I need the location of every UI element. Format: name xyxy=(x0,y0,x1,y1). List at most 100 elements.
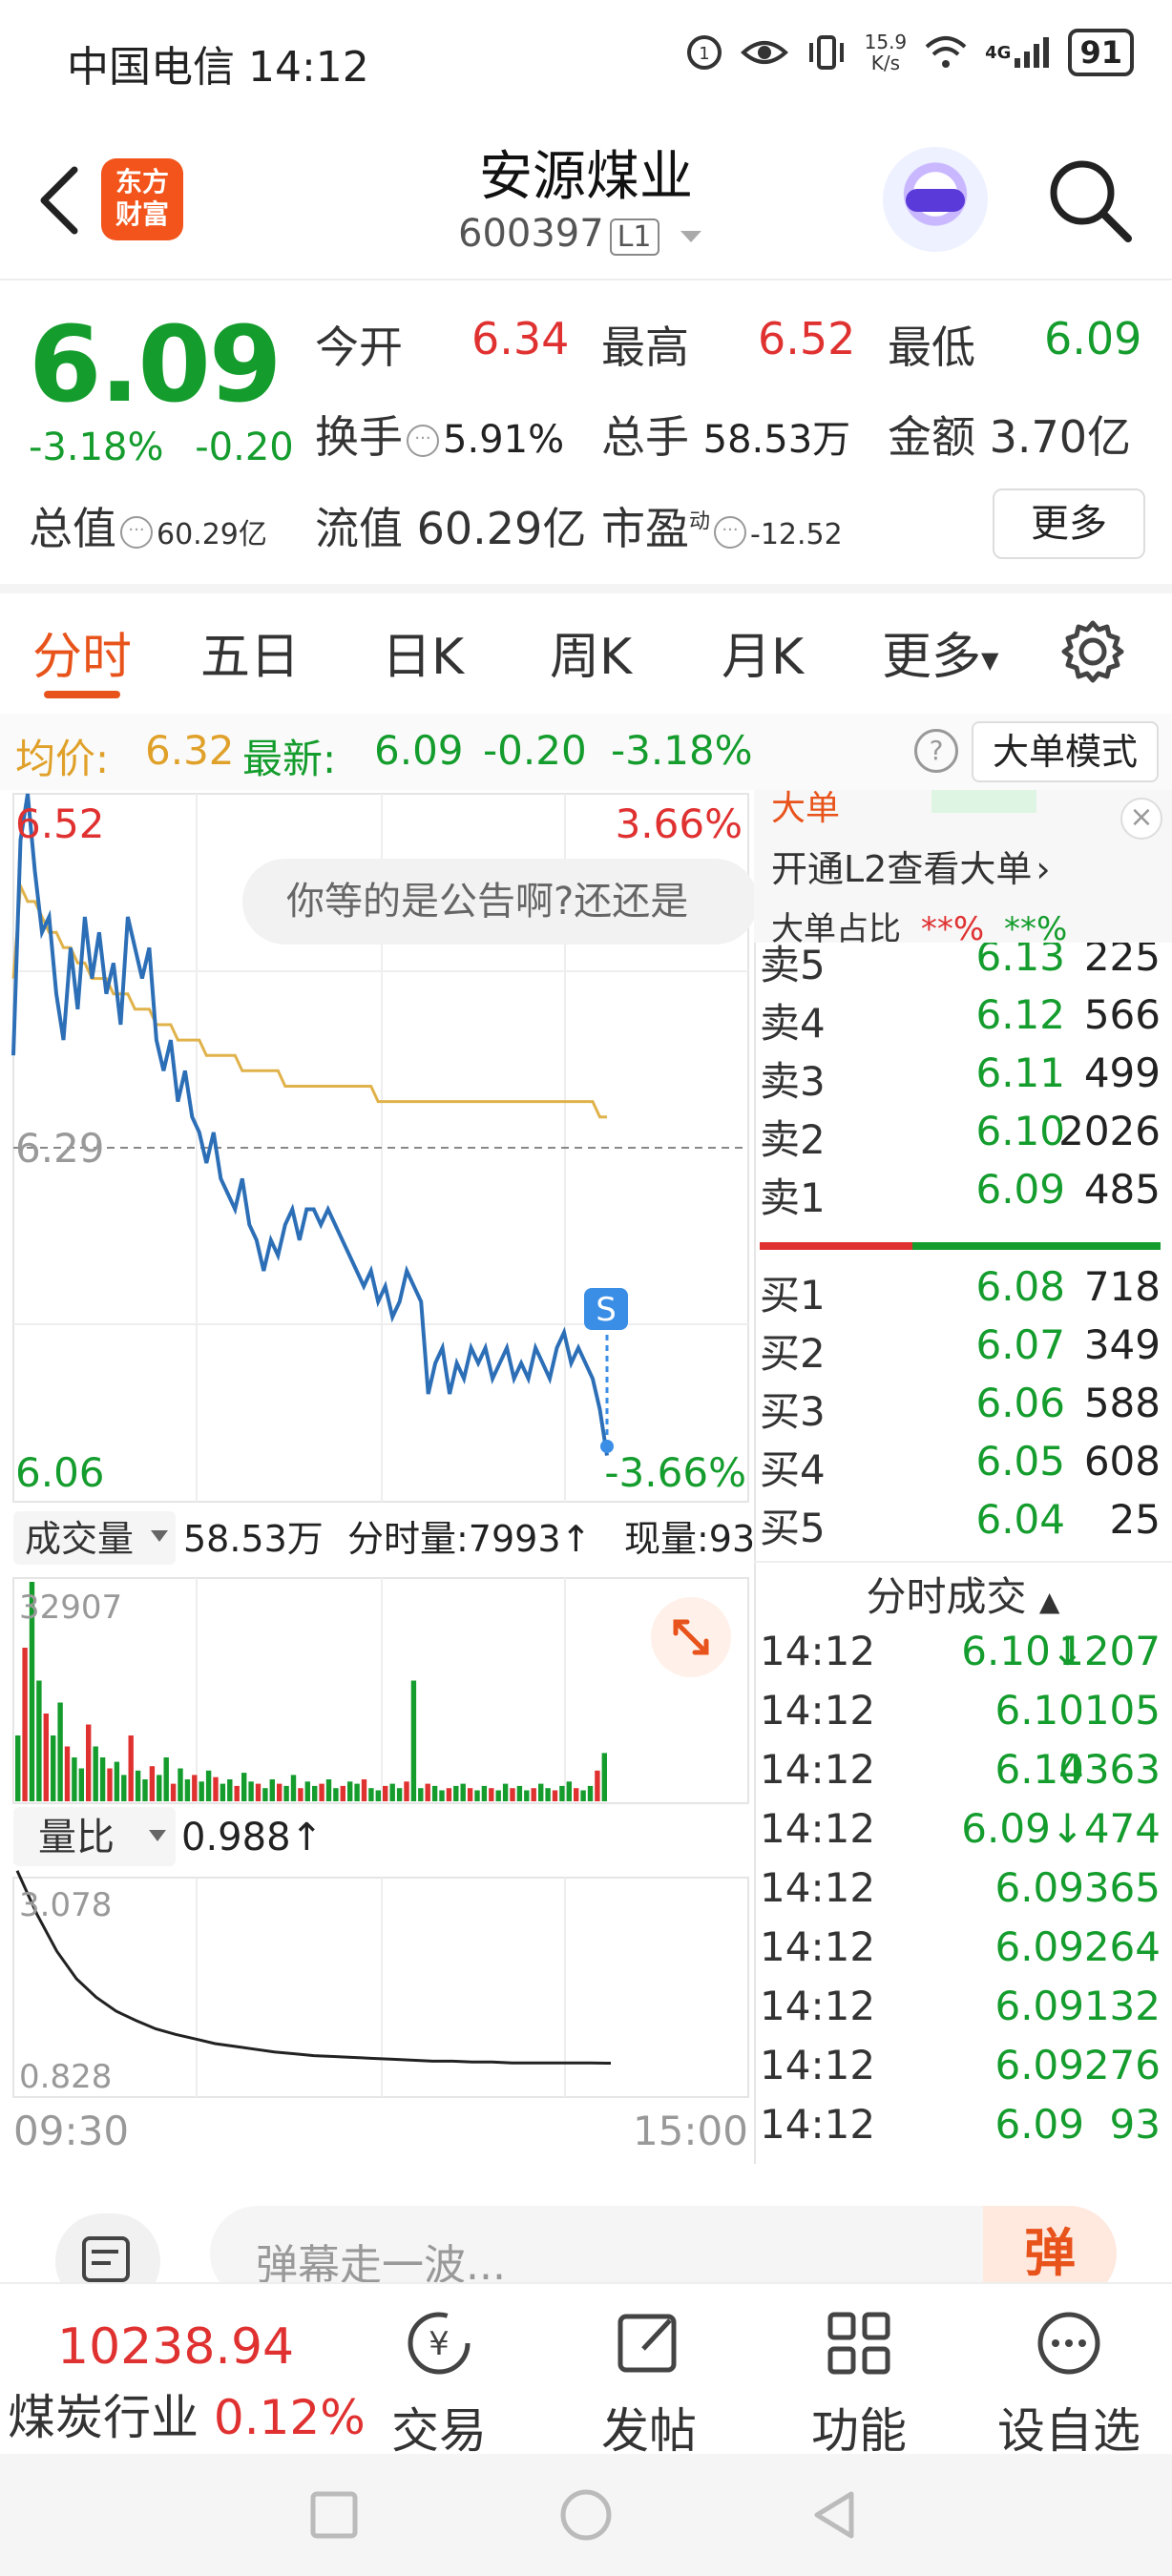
float-label: 流值 xyxy=(315,503,403,554)
latest-percent: -3.18% xyxy=(611,727,753,774)
volume-bar xyxy=(277,1783,283,1801)
ask-row[interactable]: 卖4 6.12 566 xyxy=(760,991,1161,1049)
pe-label: 市盈 xyxy=(601,503,689,554)
ask-row[interactable]: 卖1 6.09 485 xyxy=(760,1166,1161,1223)
announcement-bubble[interactable]: 你等的是公告啊?还还是 xyxy=(242,859,758,945)
ask-row[interactable]: 卖3 6.11 499 xyxy=(760,1049,1161,1107)
volume-bar xyxy=(22,1648,28,1801)
bid-row[interactable]: 买2 6.07 349 xyxy=(760,1321,1161,1379)
tab-daily-k[interactable]: 日K xyxy=(382,616,464,688)
volume-bar xyxy=(36,1680,42,1801)
volume-bar xyxy=(170,1783,177,1801)
banner-close-icon[interactable]: × xyxy=(1120,798,1162,840)
volume-value: 58.53万 xyxy=(702,418,851,462)
volume-bar xyxy=(213,1776,219,1801)
post-button[interactable]: 发帖 xyxy=(573,2305,725,2462)
volume-bar xyxy=(319,1783,324,1801)
volume-bar xyxy=(354,1783,360,1801)
back-icon[interactable] xyxy=(809,2488,863,2542)
function-label: 功能 xyxy=(811,2403,907,2459)
settings-gear-icon[interactable] xyxy=(1059,618,1126,685)
trade-yuan-icon: ¥ xyxy=(408,2312,471,2375)
ticks-header[interactable]: 分时成交 ▲ xyxy=(754,1565,1172,1623)
volume-label: 成交量 xyxy=(25,1518,134,1560)
volume-bar xyxy=(545,1788,551,1801)
stock-name: 安源煤业 xyxy=(479,146,693,208)
pct-max-label: 3.66% xyxy=(616,800,743,847)
more-dots-icon xyxy=(1037,2312,1100,2375)
current-volume: 现量:93 xyxy=(624,1518,754,1560)
volume-bar xyxy=(205,1770,212,1801)
bid-row-volume: 588 xyxy=(1083,1380,1161,1426)
volume-bar xyxy=(524,1790,530,1801)
volume-bar xyxy=(241,1773,247,1801)
svg-text:1: 1 xyxy=(699,44,709,64)
comment-bar: 弹幕走一波... 弹 xyxy=(0,2175,1172,2309)
wifi-icon xyxy=(925,36,967,68)
assistant-robot-icon[interactable] xyxy=(883,147,988,252)
home-icon[interactable] xyxy=(557,2486,615,2544)
tab-five-day[interactable]: 五日 xyxy=(200,616,300,688)
volume-bar xyxy=(340,1785,345,1801)
pe-value: -12.52 xyxy=(750,518,843,551)
stock-code-selector[interactable]: 600397 L1 xyxy=(458,212,705,256)
volume-bar xyxy=(453,1785,459,1801)
orderbook-divider xyxy=(754,790,756,2164)
add-watchlist-button[interactable]: 设自选 xyxy=(993,2305,1145,2462)
tick-row: 14:12 6.09 276 xyxy=(760,2042,1161,2101)
volume-bar xyxy=(531,1788,536,1801)
turnover-info-icon[interactable]: ··· xyxy=(407,424,439,457)
tab-more[interactable]: 更多▼ xyxy=(882,616,998,688)
more-button[interactable]: 更多 xyxy=(993,488,1145,559)
battery-indicator: 91 xyxy=(1068,29,1134,76)
pe-superscript: 动 xyxy=(689,509,711,534)
ask-row-label: 卖3 xyxy=(760,1058,826,1105)
volume-bar xyxy=(460,1783,466,1801)
open-l2-link[interactable]: 开通L2查看大单 › xyxy=(771,840,1051,892)
status-bar: 中国电信 14:12 1 15.9 K/s 4G 91 xyxy=(0,0,1172,114)
tick-price: 6.09 xyxy=(994,2101,1084,2148)
volume-bar xyxy=(587,1785,594,1801)
industry-index-value[interactable]: 10238.94 xyxy=(57,2318,294,2376)
tab-monthly-k[interactable]: 月K xyxy=(722,616,804,688)
bid-row-price: 6.08 xyxy=(975,1263,1065,1310)
bid-row[interactable]: 买4 6.05 608 xyxy=(760,1438,1161,1495)
big-order-mini-bar xyxy=(931,790,1036,813)
ask-row-volume: 566 xyxy=(1083,991,1161,1038)
bid-row[interactable]: 买3 6.06 588 xyxy=(760,1380,1161,1437)
vol-ratio-max-label: 3.078 xyxy=(19,1886,112,1924)
mktcap-field: 总值 ··· 60.29亿 xyxy=(29,494,267,557)
ticks-title: 分时成交 xyxy=(866,1573,1027,1620)
help-icon[interactable]: ? xyxy=(914,729,958,773)
quote-panel: 6.09 -3.18% -0.20 今开 6.34 最高 6.52 最低 6.0… xyxy=(0,286,1172,582)
industry-index[interactable]: 煤炭行业 0.12% xyxy=(8,2379,366,2448)
big-order-mode-button[interactable]: 大单模式 xyxy=(972,721,1159,782)
tab-intraday[interactable]: 分时 xyxy=(32,616,132,688)
bid-row[interactable]: 买5 6.04 25 xyxy=(760,1496,1161,1553)
trade-button[interactable]: ¥ 交易 xyxy=(363,2305,515,2462)
watchlist-label: 设自选 xyxy=(997,2403,1141,2459)
big-order-title: 大单 xyxy=(771,789,841,828)
big-ratio-label: 大单占比 xyxy=(771,910,901,948)
edit-icon xyxy=(617,2314,677,2373)
tick-price: 6.09↓ xyxy=(961,1805,1084,1852)
ask-row-volume: 499 xyxy=(1083,1049,1161,1096)
intraday-chart[interactable]: S 6.52 3.66% 6.29 6.06 -3.66% 成交量 58.53万… xyxy=(0,790,754,2164)
pe-info-icon[interactable]: ··· xyxy=(714,515,747,549)
ask-row-volume: 2026 xyxy=(1058,1108,1161,1154)
volume-bar xyxy=(269,1779,275,1801)
volume-bar xyxy=(262,1788,268,1801)
tab-weekly-k[interactable]: 周K xyxy=(550,616,632,688)
tab-more-label: 更多 xyxy=(882,629,982,686)
recent-apps-icon[interactable] xyxy=(307,2488,361,2542)
tick-volume: 1207 xyxy=(1058,1628,1161,1674)
bid-row[interactable]: 买1 6.08 718 xyxy=(760,1263,1161,1320)
volume-bar xyxy=(446,1788,452,1801)
volume-bar xyxy=(566,1781,572,1801)
y-min-label: 6.06 xyxy=(15,1449,105,1496)
ask-row[interactable]: 卖2 6.10 2026 xyxy=(760,1108,1161,1165)
mktcap-info-icon[interactable]: ··· xyxy=(120,515,153,549)
search-icon[interactable] xyxy=(1046,156,1134,244)
function-button[interactable]: 功能 xyxy=(783,2305,935,2462)
avg-price-row: 均价: 6.32 最新: 6.09 -0.20 -3.18% ? 大单模式 xyxy=(0,714,1172,790)
